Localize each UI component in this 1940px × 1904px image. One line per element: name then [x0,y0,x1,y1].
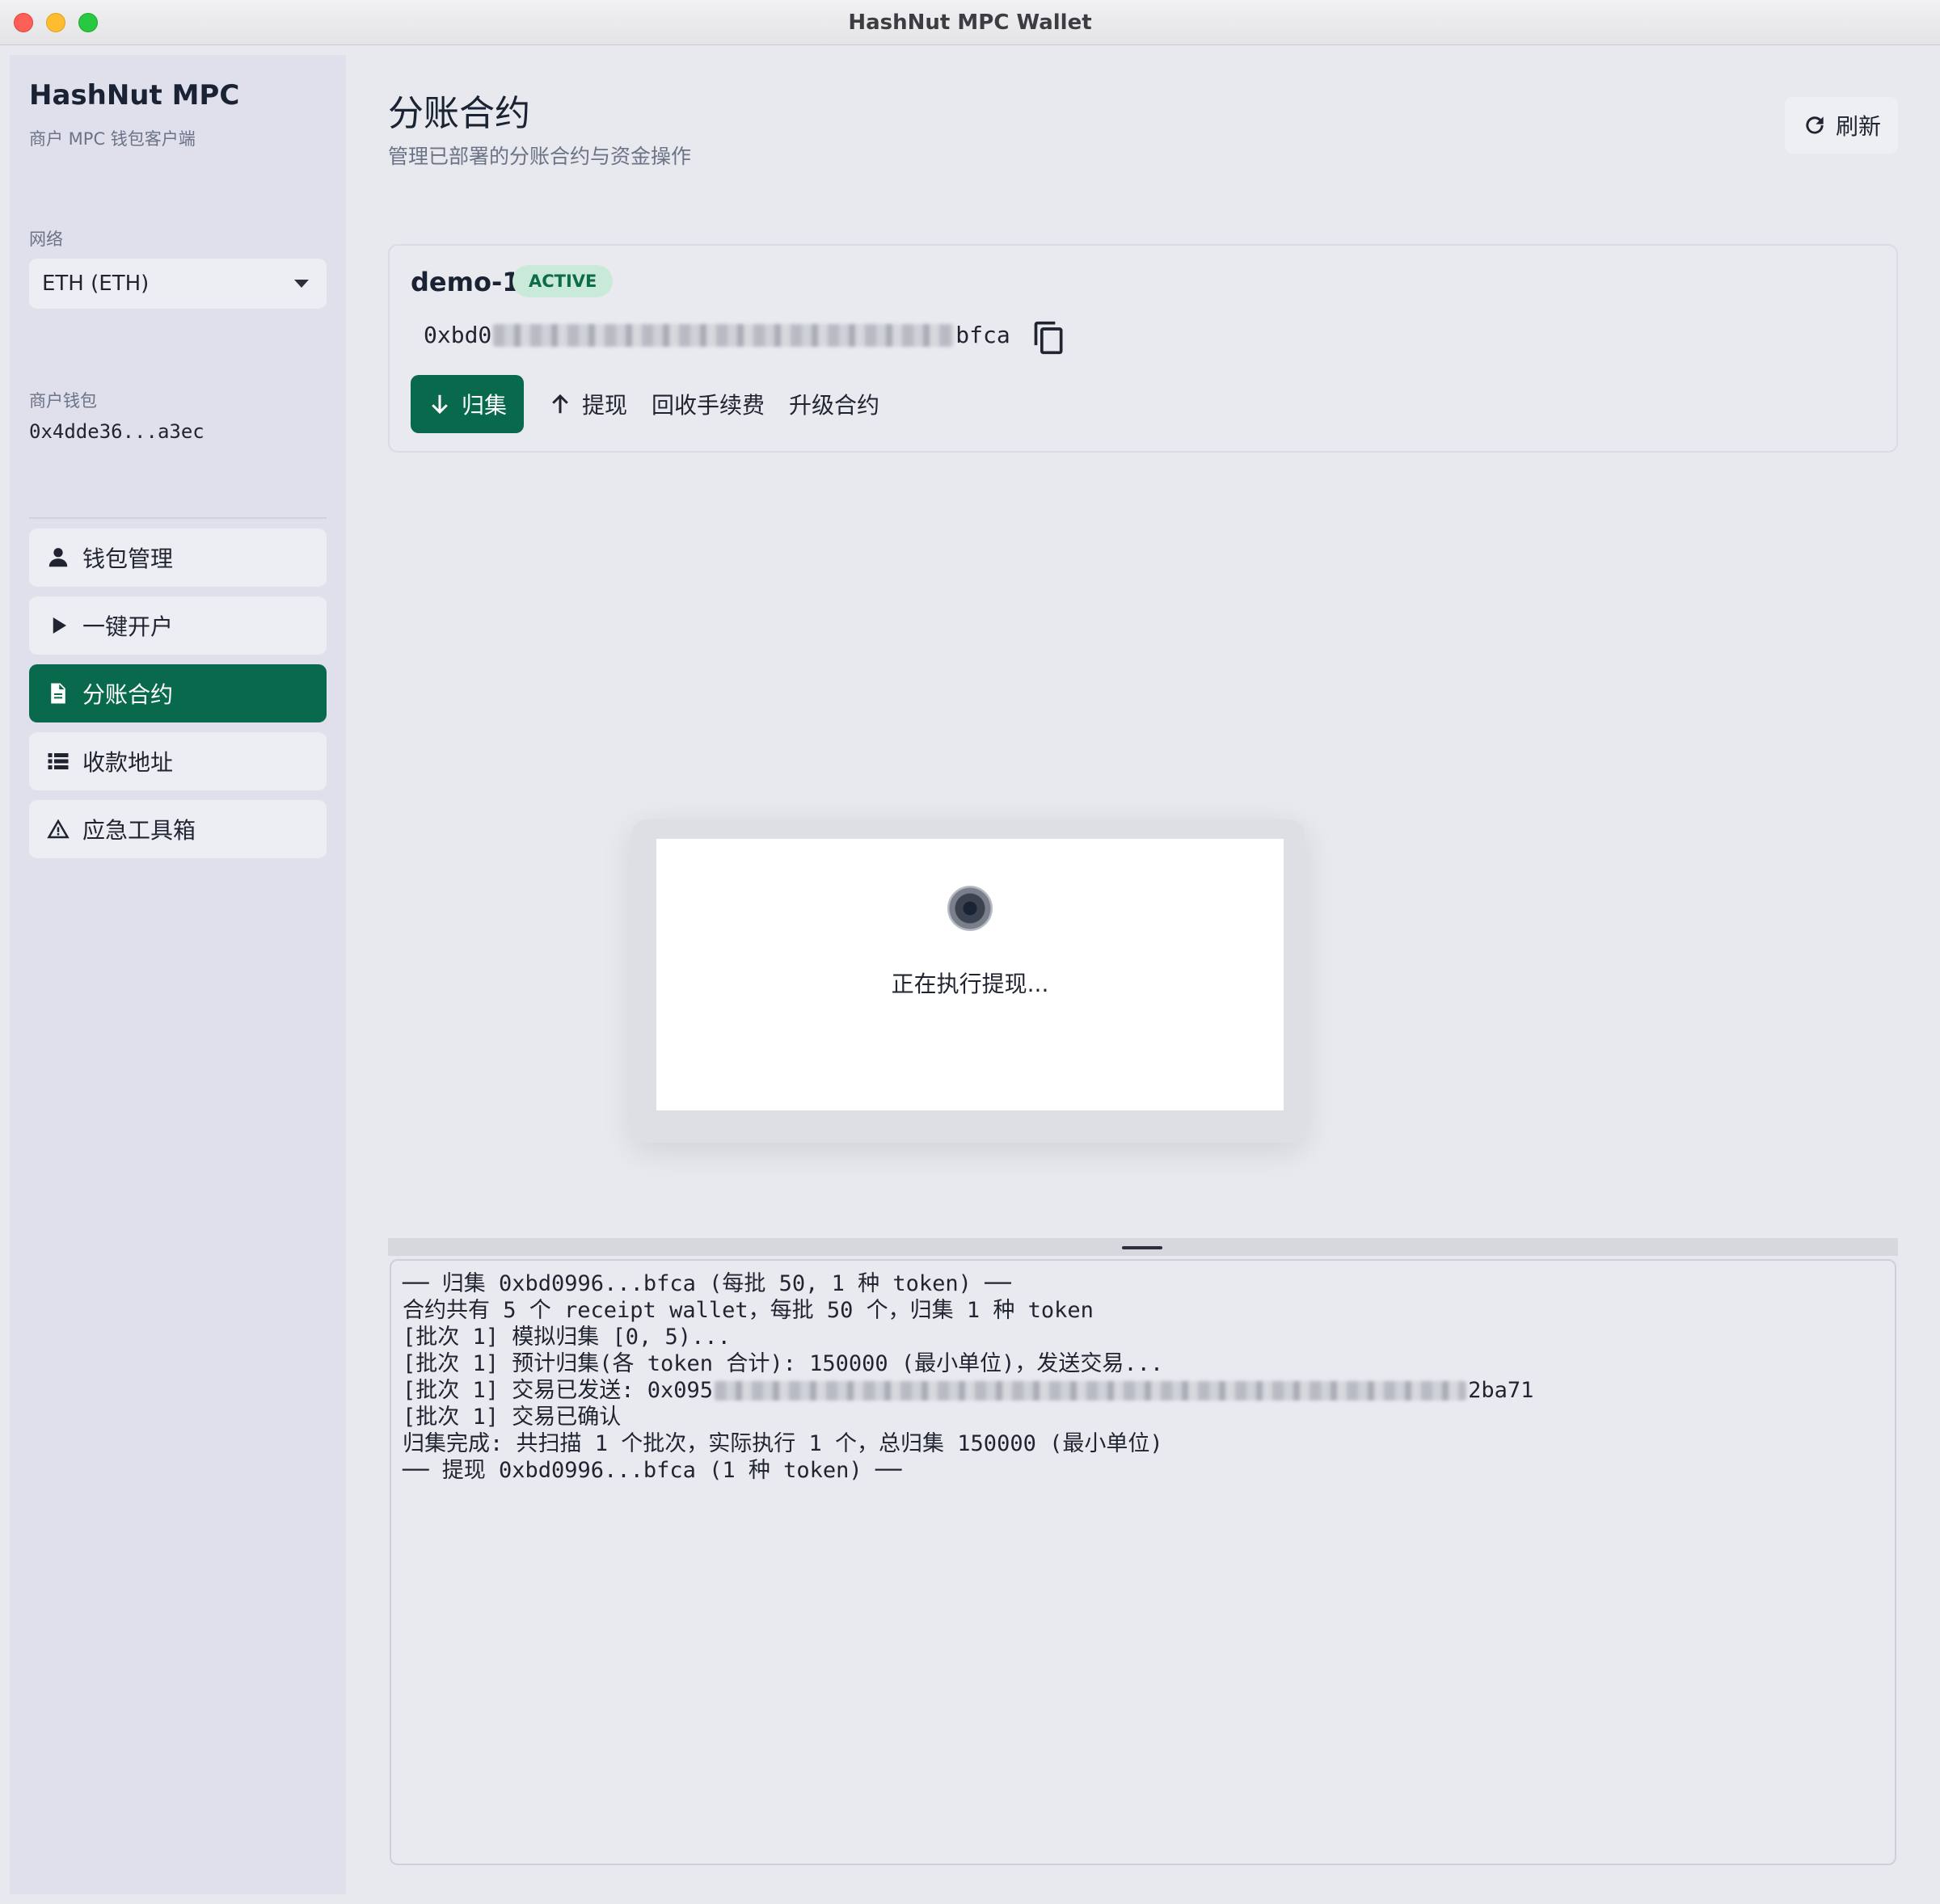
sidebar: HashNut MPC 商户 MPC 钱包客户端 网络 ETH (ETH) 商户… [10,55,346,1894]
tx-line-prefix: [批次 1] 交易已发送: 0x095 [403,1378,714,1403]
minimize-window-button[interactable] [46,13,65,32]
refresh-button[interactable]: 刷新 [1785,97,1898,154]
contract-address-prefix: 0xbd0 [424,322,492,348]
refresh-label: 刷新 [1835,113,1881,140]
sidebar-item-receiving-address[interactable]: 收款地址 [29,732,327,790]
brand-title: HashNut MPC [29,79,240,112]
contract-address-suffix: bfca [955,322,1010,348]
copy-icon[interactable] [1031,320,1067,356]
log-line: 合约共有 5 个 receipt wallet，每批 50 个，归集 1 种 t… [403,1298,1094,1323]
network-select-value: ETH (ETH) [42,272,150,296]
arrow-up-icon [552,394,568,414]
refresh-icon [1806,116,1824,134]
log-line: [批次 1] 模拟归集 [0, 5)... [403,1325,731,1350]
status-badge: ACTIVE [512,265,614,297]
arrow-down-icon [432,394,448,415]
sidebar-item-label: 分账合约 [82,681,174,708]
contract-name: demo-1 [411,267,521,297]
sidebar-item-label: 收款地址 [82,749,174,776]
reclaim-fee-button[interactable]: 回收手续费 [652,375,765,433]
sidebar-divider [29,517,327,519]
upgrade-contract-label: 升级合约 [789,392,880,419]
sidebar-item-split-contract[interactable]: 分账合约 [29,664,327,722]
log-line-tx: [批次 1] 交易已发送: 0x095 2ba71 [403,1377,1883,1404]
log-panel[interactable]: ── 归集 0xbd0996...bfca (每批 50, 1 种 token)… [390,1259,1896,1865]
log-line: [批次 1] 预计归集(各 token 合计): 150000 (最小单位)，发… [403,1351,1164,1376]
title-bar: HashNut MPC Wallet [0,0,1940,45]
upgrade-contract-button[interactable]: 升级合约 [789,375,879,433]
user-icon [45,545,71,571]
withdraw-button[interactable]: 提现 [548,375,627,433]
wallet-address: 0x4dde36...a3ec [29,420,205,443]
log-line: 归集完成: 共扫描 1 个批次，实际执行 1 个，总归集 150000 (最小单… [403,1431,1163,1456]
sidebar-item-label: 一键开户 [82,613,174,640]
network-label: 网络 [29,230,63,249]
withdraw-label: 提现 [582,392,628,419]
collect-label: 归集 [461,392,507,419]
log-splitter[interactable] [388,1238,1898,1256]
log-line: ── 归集 0xbd0996...bfca (每批 50, 1 种 token)… [403,1271,1011,1296]
close-window-button[interactable] [14,13,33,32]
wallet-label: 商户钱包 [29,391,97,411]
redacted-address [493,323,955,347]
window-controls [14,13,98,32]
maximize-window-button[interactable] [78,13,98,32]
log-line: ── 提现 0xbd0996...bfca (1 种 token) ── [403,1458,902,1483]
brand-subtitle: 商户 MPC 钱包客户端 [29,129,196,149]
tx-line-suffix: 2ba71 [1468,1378,1534,1403]
sidebar-item-label: 应急工具箱 [82,817,196,844]
document-icon [45,680,71,706]
progress-dialog: 正在执行提现... [656,839,1284,1110]
sidebar-item-wallet-management[interactable]: 钱包管理 [29,529,327,587]
play-icon [45,613,71,638]
loading-spinner-icon [947,886,993,931]
chevron-down-icon [294,280,309,288]
sidebar-item-emergency-toolbox[interactable]: 应急工具箱 [29,800,327,858]
reclaim-fee-label: 回收手续费 [652,392,765,419]
collect-button[interactable]: 归集 [411,375,524,433]
contract-actions: 归集 提现 回收手续费 升级合约 [411,375,879,433]
list-icon [45,748,71,774]
sidebar-item-label: 钱包管理 [82,546,174,572]
contract-address: 0xbd0 bfca [424,322,1010,348]
redacted-tx-hash [715,1380,1467,1401]
sidebar-nav: 钱包管理 一键开户 分账合约 收款地址 应急工具箱 [29,529,327,868]
contract-card: demo-1 ACTIVE 0xbd0 bfca 归集 提现 回收手续费 升级合… [388,244,1898,453]
window-title: HashNut MPC Wallet [848,10,1092,35]
log-line: [批次 1] 交易已确认 [403,1405,622,1430]
page-subtitle: 管理已部署的分账合约与资金操作 [388,145,692,168]
warning-icon [45,816,71,842]
drag-handle-icon[interactable] [1122,1246,1162,1249]
page-title: 分账合约 [388,93,530,134]
progress-message: 正在执行提现... [891,971,1049,997]
sidebar-item-one-click-account[interactable]: 一键开户 [29,596,327,655]
network-select[interactable]: ETH (ETH) [29,259,327,309]
